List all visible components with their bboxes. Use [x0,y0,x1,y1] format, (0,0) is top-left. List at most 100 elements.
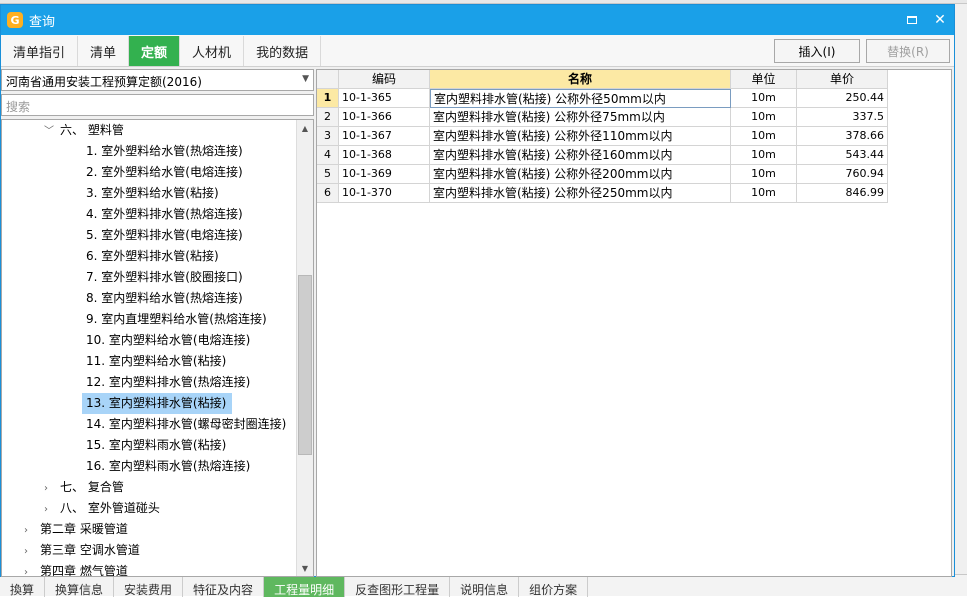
tree-item[interactable]: 2. 室外塑料给水管(电熔连接) [82,162,243,183]
tree-item-label: 1. 室外塑料给水管(热熔连接) [86,144,243,158]
cell-name[interactable]: 室内塑料排水管(粘接) 公称外径75mm以内 [430,108,731,127]
library-select[interactable]: 河南省通用安装工程预算定额(2016) ▼ [1,69,314,91]
cell-code[interactable]: 10-1-367 [339,127,430,146]
quota-table: 编码 名称 单位 单价 1 10-1-365 室内塑料排水管(粘接) 公称外径50m… [316,69,952,577]
tree-item[interactable]: 5. 室外塑料排水管(电熔连接) [82,225,243,246]
tree-item-label: 六、 塑料管 [60,123,124,137]
header-price[interactable]: 单价 [797,70,888,89]
chevron-right-icon[interactable]: › [24,562,40,576]
chevron-right-icon[interactable]: › [24,520,40,541]
cell-name[interactable]: 室内塑料排水管(粘接) 公称外径200mm以内 [430,165,731,184]
cell-unit[interactable]: 10m [731,146,797,165]
table-row[interactable]: 1 10-1-365 室内塑料排水管(粘接) 公称外径50mm以内 10m 250.44 [317,89,888,108]
tab-0[interactable]: 清单指引 [1,36,79,66]
left-pane: 河南省通用安装工程预算定额(2016) ▼ 搜索 ▲ ▼ ﹀ 六、 塑料管 1. 室… [1,69,314,577]
table-header: 编码 名称 单位 单价 [317,70,888,89]
cell-code[interactable]: 10-1-368 [339,146,430,165]
tree-item[interactable]: › 第三章 空调水管道 [24,540,140,561]
chevron-right-icon[interactable]: › [44,499,60,520]
cell-unit[interactable]: 10m [731,165,797,184]
tree-item[interactable]: › 第四章 燃气管道 [24,561,128,577]
tree-item[interactable]: 13. 室内塑料排水管(粘接) [82,393,233,414]
tab-2[interactable]: 定额 [129,36,181,66]
tree-item[interactable]: › 七、 复合管 [44,477,124,498]
tree-item-label: 11. 室内塑料给水管(粘接) [86,354,227,368]
tree-item[interactable]: 15. 室内塑料雨水管(粘接) [82,435,226,456]
cell-price[interactable]: 760.94 [797,165,888,184]
chevron-right-icon[interactable]: › [24,541,40,562]
tree-item[interactable]: 11. 室内塑料给水管(粘接) [82,351,226,372]
row-number[interactable]: 2 [317,108,339,127]
header-unit[interactable]: 单位 [731,70,797,89]
tree-item[interactable]: › 第二章 采暖管道 [24,519,128,540]
tree-item[interactable]: 16. 室内塑料雨水管(热熔连接) [82,456,250,477]
row-number[interactable]: 3 [317,127,339,146]
row-number[interactable]: 4 [317,146,339,165]
tree-item-label: 12. 室内塑料排水管(热熔连接) [86,375,251,389]
cell-code[interactable]: 10-1-366 [339,108,430,127]
cell-name[interactable]: 室内塑料排水管(粘接) 公称外径250mm以内 [430,184,731,203]
cell-price[interactable]: 543.44 [797,146,888,165]
cell-price[interactable]: 846.99 [797,184,888,203]
table-row[interactable]: 2 10-1-366 室内塑料排水管(粘接) 公称外径75mm以内 10m 337.5 [317,108,888,127]
library-select-value: 河南省通用安装工程预算定额(2016) [6,75,202,89]
cell-unit[interactable]: 10m [731,108,797,127]
scroll-up-icon[interactable]: ▲ [297,120,313,136]
header-code[interactable]: 编码 [339,70,430,89]
tree-item[interactable]: 3. 室外塑料给水管(粘接) [82,183,219,204]
cell-price[interactable]: 250.44 [797,89,888,108]
cell-code[interactable]: 10-1-370 [339,184,430,203]
tree-item-label: 第四章 燃气管道 [40,564,128,577]
tree-item[interactable]: 10. 室内塑料给水管(电熔连接) [82,330,250,351]
scrollbar-thumb[interactable] [298,275,312,455]
chevron-right-icon[interactable]: › [44,478,60,499]
cell-price[interactable]: 337.5 [797,108,888,127]
tree-item[interactable]: ﹀ 六、 塑料管 [44,120,124,141]
tree-item[interactable]: 6. 室外塑料排水管(粘接) [82,246,219,267]
background-bottom-tab: 安装费用 [114,575,184,597]
tree-item-label: 八、 室外管道碰头 [60,501,160,515]
tree-item[interactable]: › 八、 室外管道碰头 [44,498,160,519]
title-bar[interactable]: G 查询 ✕ [1,5,954,35]
tab-3[interactable]: 人材机 [180,36,245,66]
row-number[interactable]: 5 [317,165,339,184]
tree-item[interactable]: 4. 室外塑料排水管(热熔连接) [82,204,243,225]
replace-button[interactable]: 替换(R) [866,39,950,63]
header-name[interactable]: 名称 [430,70,731,89]
tree-item[interactable]: 12. 室内塑料排水管(热熔连接) [82,372,250,393]
tree-item[interactable]: 8. 室内塑料给水管(热熔连接) [82,288,243,309]
cell-name[interactable]: 室内塑料排水管(粘接) 公称外径110mm以内 [430,127,731,146]
tree-item[interactable]: 14. 室内塑料排水管(螺母密封圈连接) [82,414,286,435]
tree-item[interactable]: 7. 室外塑料排水管(胶圈接口) [82,267,243,288]
insert-button[interactable]: 插入(I) [774,39,860,63]
close-icon: ✕ [934,12,946,28]
row-number[interactable]: 6 [317,184,339,203]
cell-name[interactable]: 室内塑料排水管(粘接) 公称外径50mm以内 [430,89,731,108]
row-number[interactable]: 1 [317,89,339,108]
cell-name[interactable]: 室内塑料排水管(粘接) 公称外径160mm以内 [430,146,731,165]
tree-item-label: 15. 室内塑料雨水管(粘接) [86,438,227,452]
cell-unit[interactable]: 10m [731,89,797,108]
background-bottom-tab: 工程量明细 [264,575,346,597]
search-input[interactable]: 搜索 [1,94,314,116]
tab-4[interactable]: 我的数据 [244,36,322,66]
scroll-down-icon[interactable]: ▼ [297,560,313,576]
cell-price[interactable]: 378.66 [797,127,888,146]
tree-item-label: 七、 复合管 [60,480,124,494]
table-row[interactable]: 5 10-1-369 室内塑料排水管(粘接) 公称外径200mm以内 10m 760.9… [317,165,888,184]
chevron-down-icon[interactable]: ﹀ [44,121,60,142]
maximize-button[interactable] [898,5,926,35]
cell-unit[interactable]: 10m [731,127,797,146]
close-button[interactable]: ✕ [926,5,954,35]
cell-code[interactable]: 10-1-369 [339,165,430,184]
tab-1[interactable]: 清单 [78,36,130,66]
table-row[interactable]: 3 10-1-367 室内塑料排水管(粘接) 公称外径110mm以内 10m 378.6… [317,127,888,146]
tree-item[interactable]: 1. 室外塑料给水管(热熔连接) [82,141,243,162]
table-row[interactable]: 4 10-1-368 室内塑料排水管(粘接) 公称外径160mm以内 10m 543.4… [317,146,888,165]
tree-item[interactable]: 9. 室内直埋塑料给水管(热熔连接) [82,309,267,330]
tree-scrollbar[interactable]: ▲ ▼ [296,120,313,576]
cell-unit[interactable]: 10m [731,184,797,203]
tree-item-label: 第二章 采暖管道 [40,522,128,536]
cell-code[interactable]: 10-1-365 [339,89,430,108]
table-row[interactable]: 6 10-1-370 室内塑料排水管(粘接) 公称外径250mm以内 10m 846.9… [317,184,888,203]
